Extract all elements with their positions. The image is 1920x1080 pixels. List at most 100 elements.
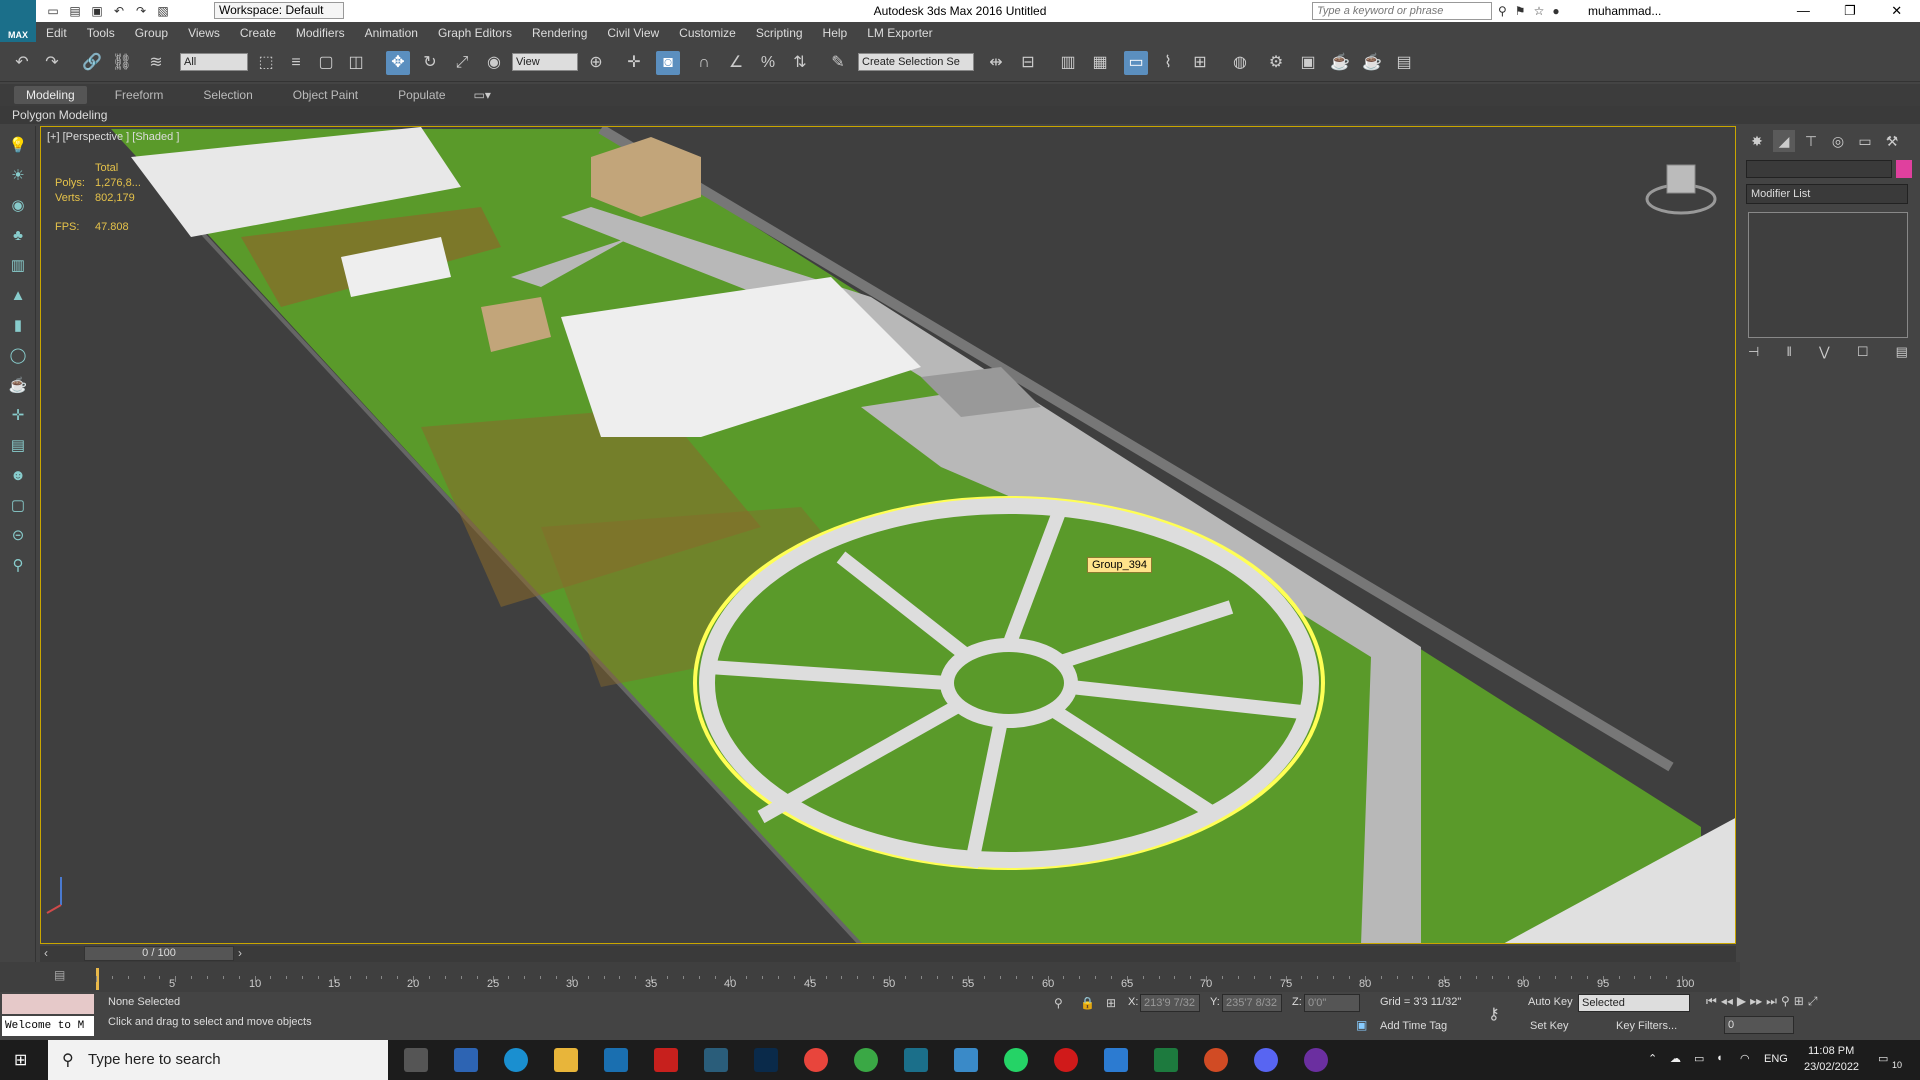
ribbon-options-icon[interactable]: ▭▾ [474,88,491,102]
angle-snap-icon[interactable]: ∠ [724,51,748,75]
menu-help[interactable]: Help [813,26,858,40]
select-manipulate-icon[interactable]: ✛ [622,51,646,75]
select-by-name-icon[interactable]: ≡ [284,51,308,75]
polygon-modeling-label[interactable]: Polygon Modeling [12,108,107,122]
bottle-icon[interactable]: ▮ [6,314,30,338]
cone-icon[interactable]: ▲ [6,284,30,308]
notification-icon[interactable]: ▭ [1878,1052,1888,1065]
camera-icon[interactable]: ◉ [6,194,30,218]
speaker-icon[interactable]: ◖ [1716,1052,1723,1064]
show-end-result-icon[interactable]: ‖ [1786,344,1791,364]
selection-filter-dropdown[interactable]: All [180,53,248,71]
render-setup-icon[interactable]: ⚙ [1264,51,1288,75]
time-slider[interactable]: ‹ 0 / 100 › [40,946,1736,962]
pivot-center-icon[interactable]: ⊕ [584,51,608,75]
wifi-icon[interactable]: ◠ [1740,1052,1750,1065]
mini-curve-editor-icon[interactable]: ▤ [54,968,65,982]
align-icon[interactable]: ⊟ [1016,51,1040,75]
reference-coord-dropdown[interactable]: View [512,53,578,71]
maxscript-mini-listener[interactable]: Welcome to M [2,1016,94,1036]
layer-manager-icon[interactable]: ▥ [1056,51,1080,75]
frame-icon[interactable]: ▢ [6,494,30,518]
scene-explorer-icon[interactable]: ▦ [1088,51,1112,75]
binoculars-icon[interactable]: ⚲ [1498,4,1507,18]
utilities-tab-icon[interactable]: ⚒ [1881,130,1903,152]
crosshair-icon[interactable]: ✛ [6,404,30,428]
whatsapp-icon[interactable] [1004,1048,1028,1072]
clock-date[interactable]: 23/02/2022 [1804,1061,1859,1073]
rendered-frame-icon[interactable]: ▣ [1296,51,1320,75]
file-explorer-icon[interactable] [554,1048,578,1072]
select-scale-icon[interactable]: ⤢ [450,51,474,75]
link-icon[interactable]: 🔗 [80,51,104,75]
user-icon[interactable]: ● [1552,4,1559,18]
autocad-icon[interactable] [704,1048,728,1072]
edge-icon[interactable] [504,1048,528,1072]
ring-icon[interactable]: ◯ [6,344,30,368]
excel-icon[interactable] [1154,1048,1178,1072]
grammarly-icon[interactable] [1204,1048,1228,1072]
tab-populate[interactable]: Populate [386,86,457,104]
a360-render-icon[interactable]: ▤ [1392,51,1416,75]
notes-icon[interactable] [954,1048,978,1072]
render-iterative-icon[interactable]: ☕ [1360,51,1384,75]
modifier-stack[interactable] [1748,212,1908,338]
edit-named-selection-icon[interactable]: ✎ [826,51,850,75]
menu-tools[interactable]: Tools [77,26,125,40]
placement-icon[interactable]: ◉ [482,51,506,75]
rect-selection-icon[interactable]: ▢ [314,51,338,75]
z-coordinate-field[interactable]: 0'0" [1304,994,1360,1012]
chrome-icon[interactable] [804,1048,828,1072]
acrobat-icon[interactable] [654,1048,678,1072]
clock-time[interactable]: 11:08 PM [1808,1045,1854,1057]
menu-customize[interactable]: Customize [669,26,746,40]
task-view-icon[interactable] [404,1048,428,1072]
menu-civil-view[interactable]: Civil View [597,26,669,40]
render-production-icon[interactable]: ☕ [1328,51,1352,75]
configure-sets-icon[interactable]: ▤ [1896,344,1908,364]
y-coordinate-field[interactable]: 235'7 8/32 [1222,994,1282,1012]
app-menu-button[interactable]: MAX [0,0,36,42]
menu-graph-editors[interactable]: Graph Editors [428,26,522,40]
3ds-max-icon[interactable] [904,1048,928,1072]
menu-edit[interactable]: Edit [36,26,77,40]
set-key-button[interactable]: Set Key [1530,1020,1569,1032]
subscription-icon[interactable]: ⚑ [1515,4,1526,18]
graphite-ribbon-icon[interactable]: ▭ [1124,51,1148,75]
workspace-dropdown[interactable]: Workspace: Default [214,2,344,19]
tree-icon[interactable]: ♣ [6,224,30,248]
remove-modifier-icon[interactable]: ☐ [1857,344,1869,364]
auto-key-button[interactable]: Auto Key [1528,996,1573,1008]
menu-modifiers[interactable]: Modifiers [286,26,355,40]
modify-tab-icon[interactable]: ◢ [1773,130,1795,152]
named-selection-dropdown[interactable]: Create Selection Se [858,53,974,71]
curve-editor-icon[interactable]: ⌇ [1156,51,1180,75]
make-unique-icon[interactable]: ⋁ [1819,344,1830,364]
panel-icon[interactable]: ▤ [6,434,30,458]
photoshop-icon[interactable] [754,1048,778,1072]
language-indicator[interactable]: ENG [1764,1053,1788,1065]
minimize-icon[interactable]: — [1780,0,1827,22]
opera-icon[interactable] [1054,1048,1078,1072]
redo-icon[interactable]: ↷ [40,51,64,75]
restore-icon[interactable]: ❐ [1827,0,1874,22]
time-tag-icon[interactable]: ▣ [1356,1018,1367,1032]
tab-freeform[interactable]: Freeform [103,86,176,104]
star-icon[interactable]: ☆ [1534,4,1545,18]
tab-modeling[interactable]: Modeling [14,86,87,104]
lock-icon[interactable]: 🔒 [1080,996,1095,1010]
motion-tab-icon[interactable]: ◎ [1827,130,1849,152]
light-bulb-icon[interactable]: 💡 [6,134,30,158]
go-to-start-icon[interactable]: ⏮ [1706,994,1717,1038]
teapot-icon[interactable]: ☕ [6,374,30,398]
pin-stack-icon[interactable]: ⊣ [1748,344,1759,364]
menu-scripting[interactable]: Scripting [746,26,813,40]
bulb-small-icon[interactable]: ⚲ [6,554,30,578]
spinner-snap-icon[interactable]: ⇅ [788,51,812,75]
window-crossing-icon[interactable]: ◫ [344,51,368,75]
project-folder-icon[interactable]: ▧ [154,3,172,19]
save-file-icon[interactable]: ▣ [88,3,106,19]
menu-group[interactable]: Group [125,26,178,40]
menu-views[interactable]: Views [178,26,230,40]
menu-rendering[interactable]: Rendering [522,26,597,40]
